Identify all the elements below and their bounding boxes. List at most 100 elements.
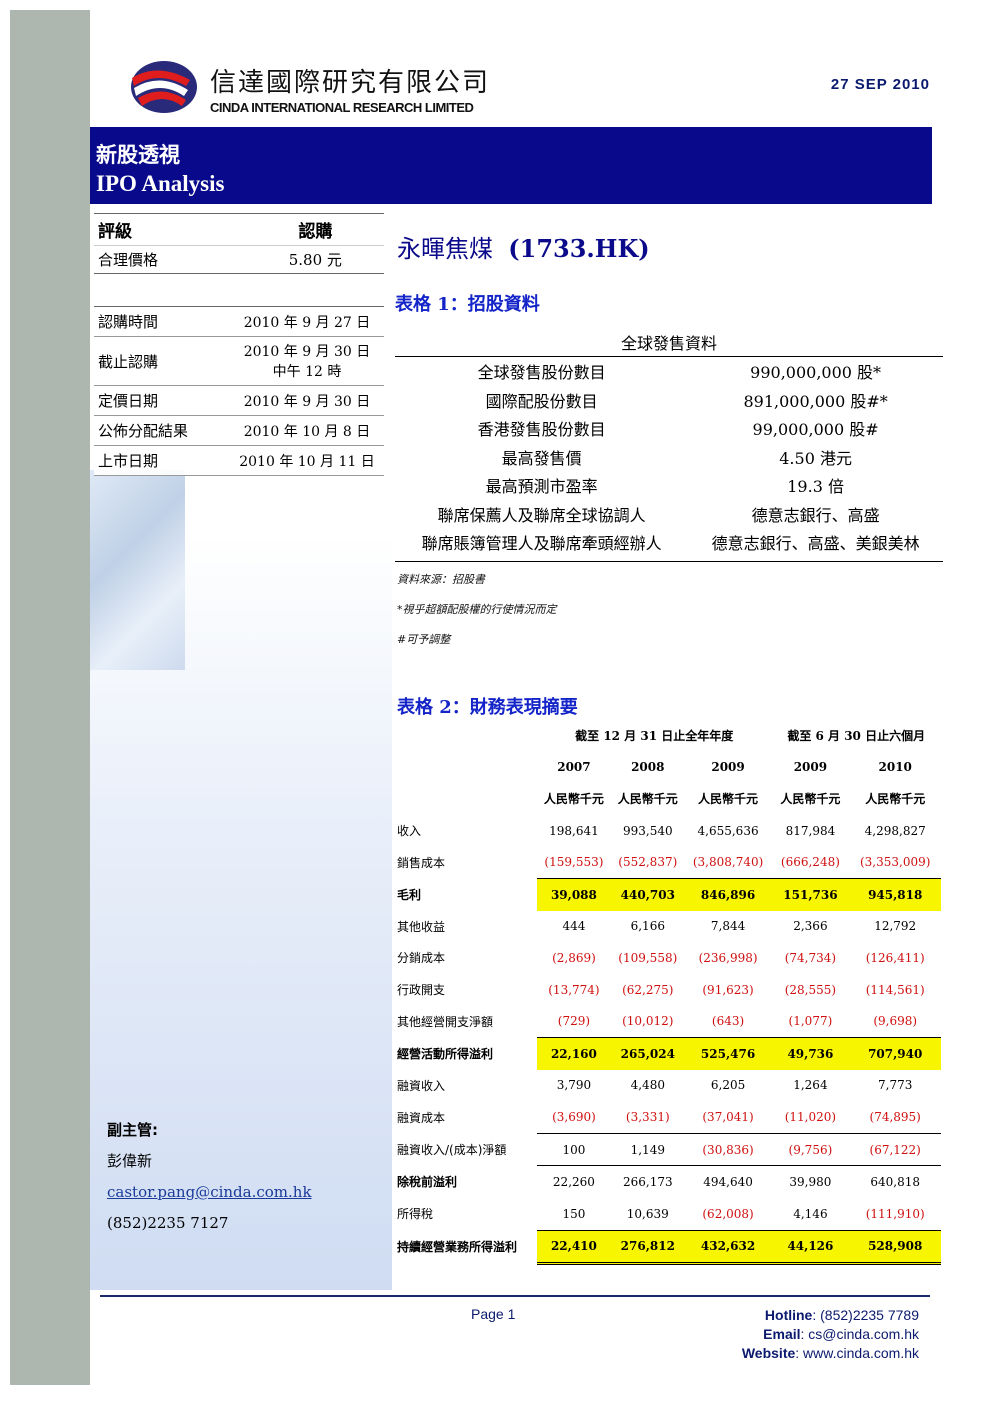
cell: 6,166 [630,919,665,934]
banner-title-en: IPO Analysis [96,171,225,196]
offering-value: 德意志銀行、高盛 [751,505,880,525]
analyst-contact: 副主管: 彭偉新 castor.pang@cinda.com.hk (852)2… [107,1115,312,1239]
cell: 525,476 [684,1036,772,1070]
cell: (10,012) [622,1014,674,1029]
page-side-bar [10,10,90,1385]
table-row: 所得稅 150 10,639 (62,008) 4,146 (111,910) [395,1198,941,1230]
cell: 49,736 [771,1036,850,1070]
table-row: 全球發售股份數目 990,000,000 股* [395,357,943,386]
footer-website-link[interactable]: : www.cinda.com.hk [795,1345,919,1361]
cell: 39,088 [537,877,611,911]
cell: (111,910) [865,1206,925,1221]
cell: (1,077) [788,1014,833,1029]
table-row: 國際配股份數目 891,000,000 股#* [395,386,943,415]
schedule-label: 認購時間 [94,306,230,337]
cell: 993,540 [622,823,673,838]
year-header: 2010 [878,760,912,775]
cell: 276,812 [610,1229,685,1266]
schedule-value-date: 2010 年 9 月 30 日 [243,344,371,360]
table-row: 最高發售價 4.50 港元 [395,443,943,472]
offering-key: 最高預測市盈率 [485,477,598,497]
cell: 817,984 [785,823,836,838]
schedule-row: 公佈分配結果 2010 年 10 月 8 日 [94,415,384,446]
footer-email-link[interactable]: : cs@cinda.com.hk [801,1326,919,1342]
unit-header: 人民幣千元 [780,792,841,807]
period-half-year-header: 截至 6 月 30 日止六個月 [787,729,926,744]
offering-value: 德意志銀行、高盛、美銀美林 [688,528,943,562]
unit-header: 人民幣千元 [543,792,604,807]
table-row: 香港發售股份數目 99,000,000 股# [395,414,943,443]
row-label: 經營活動所得溢利 [397,1046,494,1061]
table-row: 其他收益 444 6,166 7,844 2,366 12,792 [395,911,941,943]
offering-value: 19.3 倍 [787,477,844,497]
cell: (30,836) [684,1132,772,1166]
cell: 3,790 [556,1078,592,1093]
schedule-value: 2010 年 9 月 30 日中午 12 時 [230,336,384,386]
unit-header: 人民幣千元 [865,792,926,807]
offering-key: 聯席賬簿管理人及聯席牽頭經辦人 [395,528,689,562]
schedule-label: 截止認購 [94,336,230,386]
table-row: 收入 198,641 993,540 4,655,636 817,984 4,2… [395,815,941,847]
cell: (729) [557,1014,591,1029]
schedule-label: 公佈分配結果 [94,415,230,446]
schedule-value: 2010 年 10 月 11 日 [230,445,384,476]
row-label: 行政開支 [397,983,446,998]
contact-email-link[interactable]: castor.pang@cinda.com.hk [107,1177,312,1208]
table-row: 最高預測市盈率 19.3 倍 [395,471,943,500]
cell: (74,734) [784,950,837,965]
year-header: 2008 [631,760,665,775]
offering-key: 聯席保薦人及聯席全球協調人 [437,505,646,525]
cell: (9,756) [771,1132,850,1166]
cell: 494,640 [684,1165,772,1198]
stock-code: (1733.HK) [508,234,650,263]
year-header: 2009 [793,760,828,775]
table2-caption: 表格 2：財務表現摘要 [397,697,578,718]
offering-key: 香港發售股份數目 [477,420,606,440]
cell: (3,331) [625,1109,670,1124]
cell: 4,298,827 [864,823,926,838]
website-label: Website [741,1345,796,1361]
row-label: 所得稅 [397,1207,434,1222]
note-overallotment: *視乎超額配股權的行使情況而定 [397,603,557,616]
cell: (3,808,740) [692,855,764,870]
row-label: 銷售成本 [397,855,446,870]
unit-header: 人民幣千元 [698,792,759,807]
sidebar-decorative-image [90,470,185,670]
report-banner: 新股透視 IPO Analysis [90,127,932,204]
note-adjustable: #可予調整 [397,633,451,646]
report-date: 27 SEP 2010 [830,76,930,93]
offering-value: 99,000,000 股# [752,420,879,440]
cell: 22,260 [537,1165,611,1198]
cell: 945,818 [849,877,941,911]
cell: 6,205 [710,1078,746,1093]
schedule-label: 上市日期 [94,445,230,476]
schedule-value: 2010 年 9 月 27 日 [230,306,384,337]
offering-value: 990,000,000 股* [750,363,882,383]
cell: 4,146 [793,1206,828,1221]
table-row: 行政開支 (13,774) (62,275) (91,623) (28,555)… [395,974,941,1006]
cell: (28,555) [784,982,837,997]
cell: 266,173 [610,1165,685,1198]
cell: 22,410 [537,1229,611,1266]
schedule-row: 上市日期 2010 年 10 月 11 日 [94,445,384,476]
table-row: 除稅前溢利 22,260 266,173 494,640 39,980 640,… [395,1165,941,1198]
cell: 7,773 [878,1078,913,1093]
table-row: 聯席保薦人及聯席全球協調人 德意志銀行、高盛 [395,500,943,529]
cell: 44,126 [771,1229,850,1266]
rating-label: 評級 [94,213,247,246]
row-label: 持續經營業務所得溢利 [397,1240,518,1255]
fair-price-value: 5.80 元 [246,245,384,274]
offering-header: 全球發售資料 [395,328,943,357]
row-label: 其他經營開支淨額 [397,1014,494,1029]
cell: 432,632 [684,1229,772,1266]
cell: (114,561) [865,982,925,997]
cell: 1,149 [610,1132,685,1166]
cell: 100 [537,1132,611,1166]
cell: 640,818 [849,1165,941,1198]
year-header: 2009 [711,760,745,775]
schedule-value: 2010 年 9 月 30 日 [230,385,384,416]
contact-title: 副主管: [107,1121,158,1139]
rating-table: 評級 認購 合理價格 5.80 元 [94,213,384,274]
cell: 1,264 [793,1078,828,1093]
cell: (9,698) [873,1014,918,1029]
